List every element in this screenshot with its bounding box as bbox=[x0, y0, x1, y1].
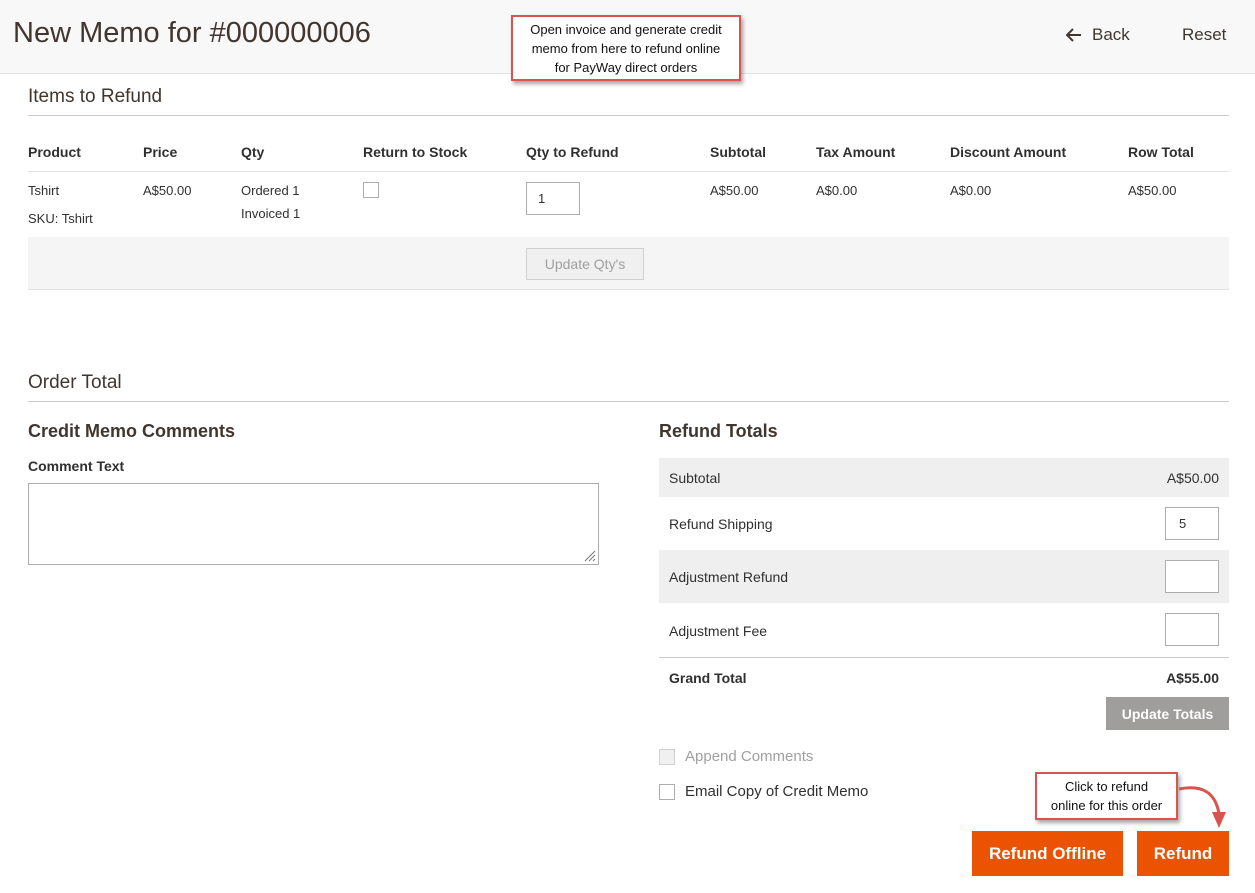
column-header-tax-amount: Tax Amount bbox=[816, 144, 896, 160]
grand-total-label: Grand Total bbox=[669, 670, 747, 686]
column-header-row-total: Row Total bbox=[1128, 144, 1194, 160]
qty-invoiced: Invoiced 1 bbox=[241, 206, 301, 221]
resize-grip-icon[interactable] bbox=[584, 550, 596, 562]
annotation-callout-refund: Click to refund online for this order bbox=[1035, 772, 1178, 820]
subtotal-value: A$50.00 bbox=[1166, 470, 1219, 486]
page-title: New Memo for #000000006 bbox=[13, 17, 371, 49]
order-total-title: Order Total bbox=[28, 372, 122, 393]
grand-total-value: A$55.00 bbox=[1166, 670, 1219, 686]
qty-ordered: Ordered 1 bbox=[241, 183, 300, 198]
update-totals-button[interactable]: Update Totals bbox=[1106, 697, 1229, 730]
annotation-arrow-icon bbox=[1178, 786, 1226, 828]
callout-line: Open invoice and generate credit bbox=[530, 22, 722, 37]
email-copy-label[interactable]: Email Copy of Credit Memo bbox=[685, 783, 868, 800]
adjustment-refund-row: Adjustment Refund bbox=[659, 550, 1229, 603]
adjustment-refund-input[interactable] bbox=[1165, 560, 1219, 593]
update-qty-button[interactable]: Update Qty's bbox=[526, 248, 644, 280]
append-comments-checkbox bbox=[659, 748, 675, 765]
append-comments-label: Append Comments bbox=[685, 748, 814, 765]
items-to-refund-title: Items to Refund bbox=[28, 86, 163, 107]
arrow-left-icon bbox=[1066, 28, 1081, 42]
reset-button[interactable]: Reset bbox=[1182, 25, 1226, 45]
row-total: A$50.00 bbox=[1128, 183, 1177, 198]
table-header-divider bbox=[28, 171, 1229, 172]
adjustment-fee-row: Adjustment Fee bbox=[659, 603, 1229, 657]
product-sku: SKU: Tshirt bbox=[28, 211, 93, 226]
comment-text-label: Comment Text bbox=[28, 458, 125, 474]
adjustment-fee-input[interactable] bbox=[1165, 613, 1219, 646]
adjustment-fee-label: Adjustment Fee bbox=[669, 623, 768, 639]
annotation-callout-top: Open invoice and generate credit memo fr… bbox=[511, 15, 741, 81]
grand-total-row: Grand Total A$55.00 bbox=[659, 658, 1229, 696]
callout-line: online for this order bbox=[1050, 798, 1163, 813]
refund-button[interactable]: Refund bbox=[1137, 831, 1229, 876]
back-button[interactable]: Back bbox=[1066, 25, 1130, 45]
column-header-product: Product bbox=[28, 144, 81, 160]
callout-line: memo from here to refund online bbox=[531, 41, 721, 56]
column-header-discount-amount: Discount Amount bbox=[950, 144, 1067, 160]
product-name: Tshirt bbox=[28, 183, 60, 198]
refund-totals-title: Refund Totals bbox=[659, 421, 778, 441]
append-comments-option: Append Comments bbox=[659, 748, 813, 765]
refund-shipping-input[interactable] bbox=[1165, 507, 1219, 540]
column-header-qty: Qty bbox=[241, 144, 265, 160]
credit-memo-comments-title: Credit Memo Comments bbox=[28, 421, 236, 441]
refund-shipping-label: Refund Shipping bbox=[669, 516, 773, 532]
email-copy-option[interactable]: Email Copy of Credit Memo bbox=[659, 783, 868, 800]
column-header-subtotal: Subtotal bbox=[710, 144, 766, 160]
row-discount-amount: A$0.00 bbox=[950, 183, 992, 198]
subtotal-row: Subtotal A$50.00 bbox=[659, 458, 1229, 497]
product-price: A$50.00 bbox=[143, 183, 192, 198]
subtotal-label: Subtotal bbox=[669, 470, 721, 486]
callout-line: Click to refund bbox=[1064, 779, 1149, 794]
return-to-stock-checkbox[interactable] bbox=[363, 182, 379, 198]
adjustment-refund-label: Adjustment Refund bbox=[669, 569, 789, 585]
section-divider bbox=[28, 401, 1229, 402]
column-header-qty-to-refund: Qty to Refund bbox=[526, 144, 619, 160]
refund-offline-button[interactable]: Refund Offline bbox=[972, 831, 1123, 876]
column-header-price: Price bbox=[143, 144, 178, 160]
comment-text-input[interactable] bbox=[28, 483, 599, 565]
column-header-return-to-stock: Return to Stock bbox=[363, 144, 468, 160]
refund-shipping-row: Refund Shipping bbox=[659, 497, 1229, 550]
row-subtotal: A$50.00 bbox=[710, 183, 759, 198]
callout-line: for PayWay direct orders bbox=[554, 60, 698, 75]
email-copy-checkbox[interactable] bbox=[659, 783, 675, 800]
qty-to-refund-input[interactable] bbox=[526, 182, 580, 215]
back-label: Back bbox=[1092, 25, 1130, 44]
section-divider bbox=[28, 115, 1229, 116]
row-tax-amount: A$0.00 bbox=[816, 183, 858, 198]
